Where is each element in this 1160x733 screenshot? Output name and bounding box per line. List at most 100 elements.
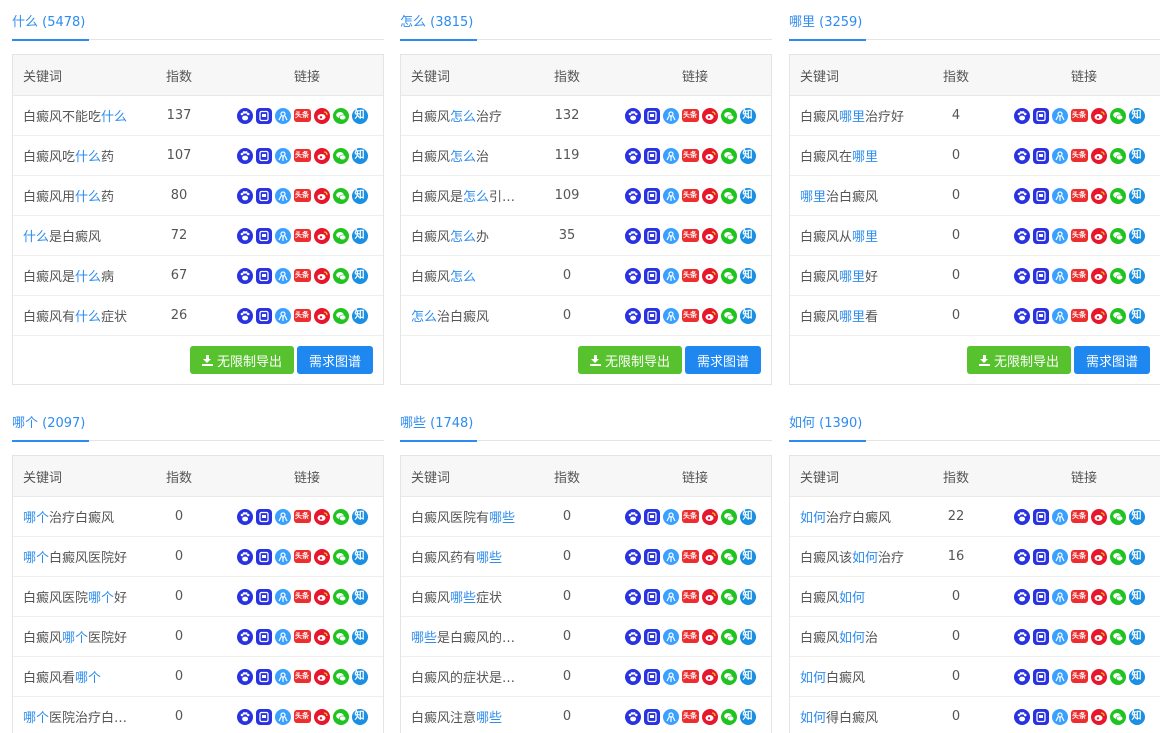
baidu-paw-icon[interactable] (236, 107, 253, 124)
360-icon[interactable] (1051, 267, 1068, 284)
360-icon[interactable] (662, 588, 679, 605)
weibo-icon[interactable] (1090, 628, 1107, 645)
shenma-icon[interactable] (255, 107, 272, 124)
baidu-paw-icon[interactable] (624, 708, 641, 725)
zhihu-icon[interactable]: 知 (1128, 668, 1145, 685)
keyword-cell[interactable]: 白癜风哪些症状 (401, 587, 537, 606)
weibo-icon[interactable] (701, 187, 718, 204)
wechat-icon[interactable] (720, 227, 737, 244)
export-button[interactable]: 无限制导出 (966, 346, 1071, 374)
360-icon[interactable] (1051, 668, 1068, 685)
wechat-icon[interactable] (1109, 548, 1126, 565)
wechat-icon[interactable] (720, 548, 737, 565)
keyword-cell[interactable]: 哪个治疗白癜风 (13, 507, 149, 526)
export-button[interactable]: 无限制导出 (189, 346, 294, 374)
baidu-paw-icon[interactable] (624, 628, 641, 645)
demand-graph-button[interactable]: 需求图谱 (684, 346, 761, 374)
toutiao-icon[interactable]: 头条 (681, 710, 699, 723)
zhihu-icon[interactable]: 知 (739, 628, 756, 645)
baidu-paw-icon[interactable] (236, 628, 253, 645)
keyword-cell[interactable]: 白癜风不能吃什么 (13, 106, 149, 125)
wechat-icon[interactable] (1109, 187, 1126, 204)
keyword-cell[interactable]: 如何白癜风 (790, 667, 926, 686)
weibo-icon[interactable] (701, 147, 718, 164)
shenma-icon[interactable] (255, 588, 272, 605)
wechat-icon[interactable] (720, 708, 737, 725)
wechat-icon[interactable] (720, 668, 737, 685)
keyword-cell[interactable]: 白癜风哪里好 (790, 266, 926, 285)
weibo-icon[interactable] (313, 227, 330, 244)
wechat-icon[interactable] (1109, 267, 1126, 284)
toutiao-icon[interactable]: 头条 (681, 189, 699, 202)
360-icon[interactable] (662, 628, 679, 645)
weibo-icon[interactable] (1090, 267, 1107, 284)
wechat-icon[interactable] (720, 187, 737, 204)
baidu-paw-icon[interactable] (236, 548, 253, 565)
toutiao-icon[interactable]: 头条 (1070, 550, 1088, 563)
360-icon[interactable] (662, 548, 679, 565)
360-icon[interactable] (274, 708, 291, 725)
panel-tab[interactable]: 哪些 (1748) (400, 401, 478, 442)
wechat-icon[interactable] (720, 107, 737, 124)
zhihu-icon[interactable]: 知 (1128, 588, 1145, 605)
shenma-icon[interactable] (255, 548, 272, 565)
keyword-cell[interactable]: 哪些是白癜风的… (401, 627, 537, 646)
zhihu-icon[interactable]: 知 (351, 668, 368, 685)
weibo-icon[interactable] (701, 708, 718, 725)
baidu-paw-icon[interactable] (1013, 227, 1030, 244)
keyword-cell[interactable]: 白癜风医院有哪些 (401, 507, 537, 526)
keyword-cell[interactable]: 白癜风看哪个 (13, 667, 149, 686)
baidu-paw-icon[interactable] (236, 187, 253, 204)
panel-tab[interactable]: 什么 (5478) (12, 0, 90, 41)
wechat-icon[interactable] (1109, 708, 1126, 725)
wechat-icon[interactable] (332, 588, 349, 605)
360-icon[interactable] (662, 267, 679, 284)
360-icon[interactable] (1051, 588, 1068, 605)
wechat-icon[interactable] (332, 548, 349, 565)
wechat-icon[interactable] (720, 267, 737, 284)
shenma-icon[interactable] (1032, 107, 1049, 124)
zhihu-icon[interactable]: 知 (351, 107, 368, 124)
zhihu-icon[interactable]: 知 (739, 307, 756, 324)
keyword-cell[interactable]: 如何治疗白癜风 (790, 507, 926, 526)
zhihu-icon[interactable]: 知 (351, 187, 368, 204)
toutiao-icon[interactable]: 头条 (293, 670, 311, 683)
keyword-cell[interactable]: 白癜风哪里看 (790, 306, 926, 325)
demand-graph-button[interactable]: 需求图谱 (1073, 346, 1150, 374)
toutiao-icon[interactable]: 头条 (1070, 109, 1088, 122)
shenma-icon[interactable] (643, 307, 660, 324)
zhihu-icon[interactable]: 知 (739, 588, 756, 605)
weibo-icon[interactable] (1090, 708, 1107, 725)
360-icon[interactable] (1051, 508, 1068, 525)
weibo-icon[interactable] (701, 588, 718, 605)
360-icon[interactable] (1051, 107, 1068, 124)
shenma-icon[interactable] (643, 147, 660, 164)
360-icon[interactable] (1051, 708, 1068, 725)
shenma-icon[interactable] (1032, 508, 1049, 525)
weibo-icon[interactable] (1090, 668, 1107, 685)
360-icon[interactable] (1051, 628, 1068, 645)
weibo-icon[interactable] (1090, 147, 1107, 164)
shenma-icon[interactable] (255, 668, 272, 685)
keyword-cell[interactable]: 白癜风是怎么引… (401, 186, 537, 205)
wechat-icon[interactable] (1109, 588, 1126, 605)
baidu-paw-icon[interactable] (1013, 187, 1030, 204)
wechat-icon[interactable] (332, 668, 349, 685)
360-icon[interactable] (274, 548, 291, 565)
keyword-cell[interactable]: 白癜风怎么治 (401, 146, 537, 165)
zhihu-icon[interactable]: 知 (351, 508, 368, 525)
zhihu-icon[interactable]: 知 (351, 147, 368, 164)
keyword-cell[interactable]: 白癜风吃什么药 (13, 146, 149, 165)
keyword-cell[interactable]: 怎么治白癜风 (401, 306, 537, 325)
toutiao-icon[interactable]: 头条 (1070, 269, 1088, 282)
wechat-icon[interactable] (332, 227, 349, 244)
360-icon[interactable] (274, 508, 291, 525)
360-icon[interactable] (274, 227, 291, 244)
toutiao-icon[interactable]: 头条 (681, 269, 699, 282)
zhihu-icon[interactable]: 知 (739, 548, 756, 565)
wechat-icon[interactable] (1109, 628, 1126, 645)
zhihu-icon[interactable]: 知 (351, 708, 368, 725)
weibo-icon[interactable] (701, 227, 718, 244)
baidu-paw-icon[interactable] (1013, 588, 1030, 605)
wechat-icon[interactable] (1109, 227, 1126, 244)
